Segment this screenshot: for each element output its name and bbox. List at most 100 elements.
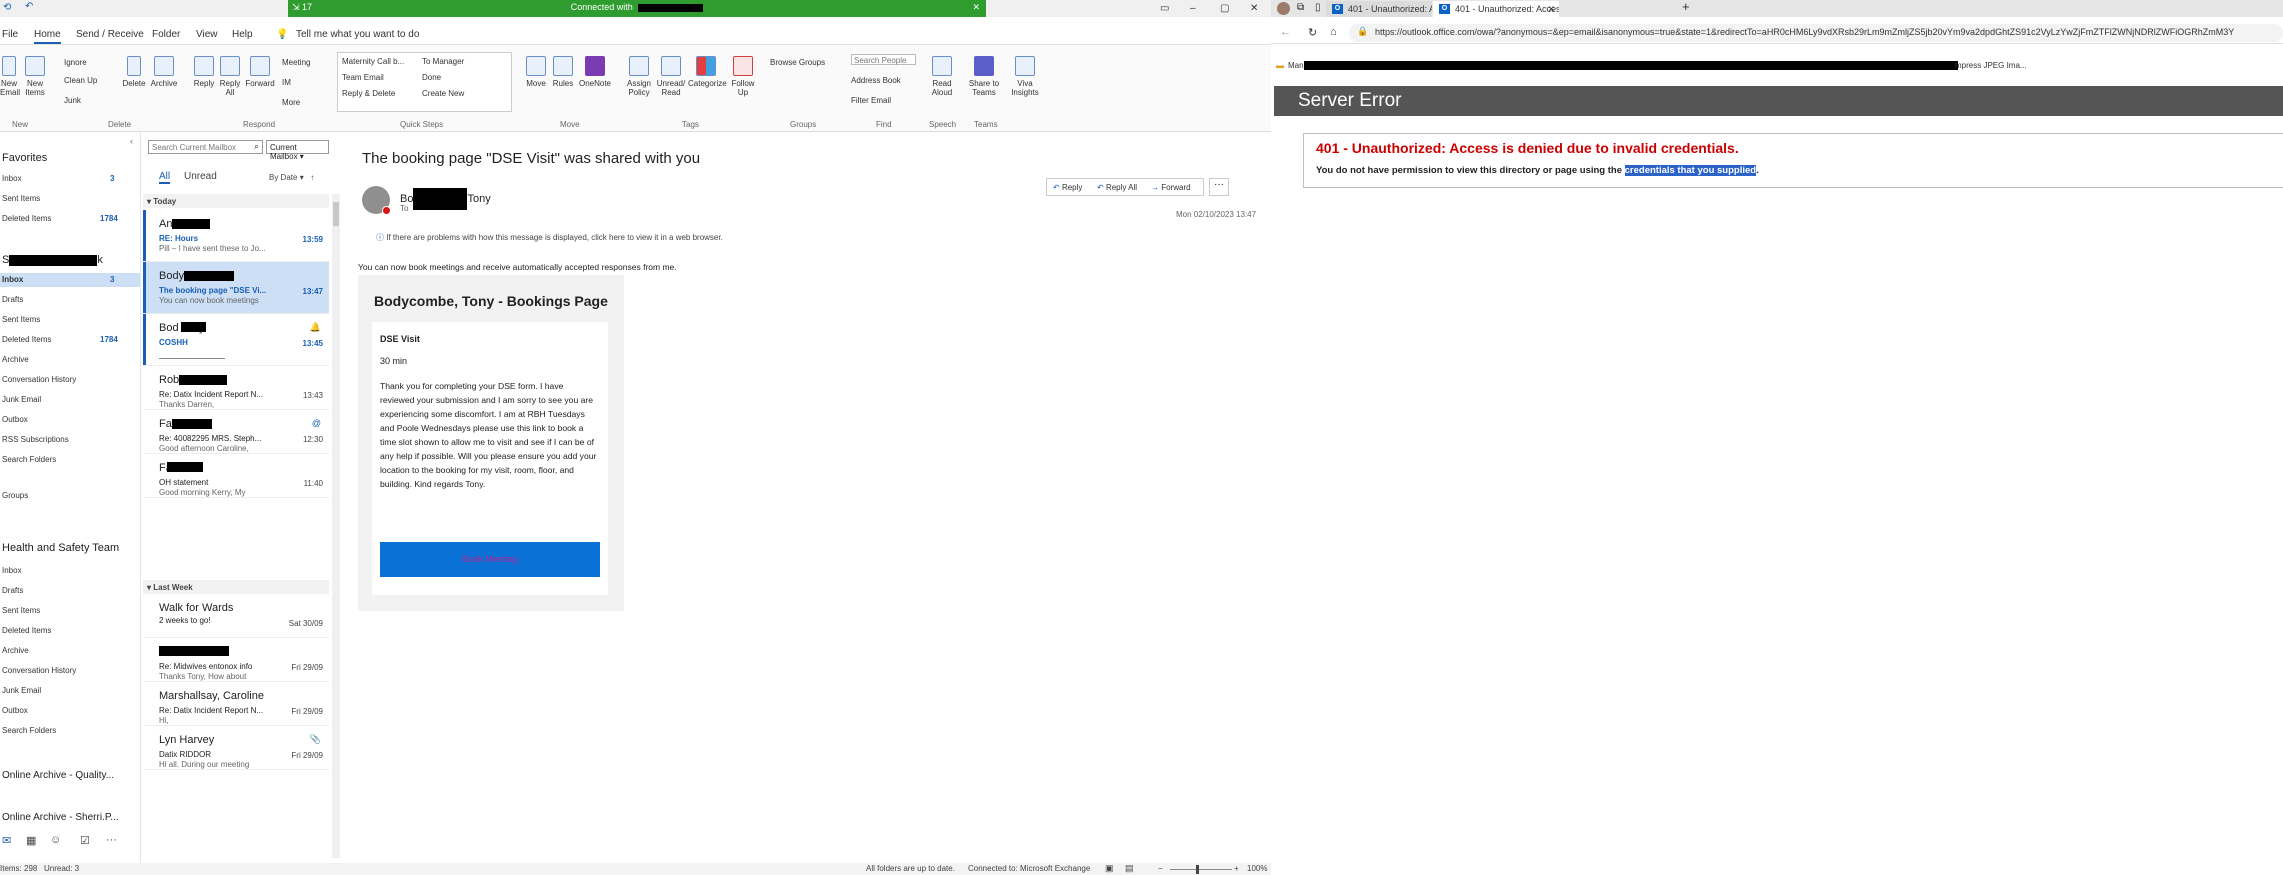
folder-junk[interactable]: Junk Email <box>2 395 41 404</box>
hs-sent[interactable]: Sent Items <box>2 606 40 615</box>
folder-rss[interactable]: RSS Subscriptions <box>2 435 69 444</box>
fav-inbox[interactable]: Inbox <box>2 174 22 183</box>
im-button[interactable]: IM <box>282 78 291 87</box>
back-icon[interactable]: ← <box>1280 26 1291 38</box>
favorites-header[interactable]: Favorites <box>2 152 47 164</box>
list-item[interactable]: Walk for Wards 2 weeks to go! Sat 30/09 <box>143 594 329 638</box>
follow-up-button[interactable]: Follow Up <box>728 56 758 97</box>
menu-folder[interactable]: Folder <box>152 29 180 40</box>
onenote-button[interactable]: OneNote <box>578 56 612 88</box>
hs-outbox[interactable]: Outbox <box>2 706 28 715</box>
list-item[interactable]: Fa rOH statementGood morning Kerry, My11… <box>143 454 329 498</box>
reply-all-button-rp[interactable]: ↶ Reply All <box>1097 183 1137 192</box>
close-tab-icon[interactable]: ✕ <box>1547 1 1555 17</box>
calendar-icon[interactable]: ▦ <box>26 834 36 847</box>
minimize-icon[interactable]: – <box>1190 0 1196 17</box>
info-bar[interactable]: ⓘ If there are problems with how this me… <box>376 232 723 243</box>
search-icon[interactable]: ⌕ <box>254 141 259 152</box>
hs-archive[interactable]: Archive <box>2 646 29 655</box>
more-actions-button[interactable]: ··· <box>1209 178 1229 196</box>
book-meeting-button[interactable]: Book Meeting <box>380 542 600 577</box>
tasks-icon[interactable]: ☑ <box>80 834 90 847</box>
online-archive-1[interactable]: Online Archive - Quality... <box>2 770 114 781</box>
list-item[interactable]: Lyn Harvey Datix RIDDOR Hi all. During our… <box>143 726 329 770</box>
menu-send-receive[interactable]: Send / Receive <box>76 29 144 40</box>
rules-button[interactable]: Rules <box>551 56 575 88</box>
sender-name[interactable]: Bo Tony <box>400 188 491 210</box>
delete-button[interactable]: Delete <box>122 56 146 88</box>
viva-button[interactable]: Viva Insights <box>1010 56 1040 97</box>
folder-search[interactable]: Search Folders <box>2 455 56 464</box>
hs-team-header[interactable]: Health and Safety Team <box>2 542 119 554</box>
close-icon[interactable]: ✕ <box>972 0 980 15</box>
fav-sent[interactable]: Sent Items <box>2 194 40 203</box>
list-item[interactable]: Rob Re: Datix Incident Report N... Thanks … <box>143 366 329 410</box>
search-input[interactable]: Search Current Mailbox ⌕ <box>148 140 263 154</box>
avatar[interactable] <box>362 186 391 215</box>
maximize-icon[interactable]: ▢ <box>1220 0 1229 17</box>
folder-deleted[interactable]: Deleted Items <box>2 335 51 344</box>
categorize-button[interactable]: Categorize <box>688 56 727 88</box>
new-email-button[interactable]: New Email <box>0 56 20 97</box>
menu-help[interactable]: Help <box>232 29 253 40</box>
more-button[interactable]: More <box>282 98 300 107</box>
undo-icon[interactable]: ↶ <box>25 1 33 12</box>
pin-icon[interactable]: ⇲ 17 <box>292 0 312 15</box>
menu-view[interactable]: View <box>196 29 218 40</box>
hs-deleted[interactable]: Deleted Items <box>2 626 51 635</box>
folder-drafts[interactable]: Drafts <box>2 295 23 304</box>
hs-drafts[interactable]: Drafts <box>2 586 23 595</box>
list-item-selected[interactable]: Body The booking page "DSE Vi... You can n… <box>143 262 329 314</box>
folder-outbox[interactable]: Outbox <box>2 415 28 424</box>
qs-reply-delete[interactable]: Reply & Delete <box>342 89 395 98</box>
tab-actions-icon[interactable]: ▯ <box>1315 2 1321 13</box>
mail-icon[interactable]: ✉ <box>2 834 11 847</box>
qs-done[interactable]: Done <box>422 73 441 82</box>
group-today[interactable]: ▾ Today <box>143 194 329 208</box>
ignore-button[interactable]: Ignore <box>64 58 87 67</box>
sync-icon[interactable]: ⟲ <box>3 2 11 13</box>
groups-header[interactable]: Groups <box>2 491 28 500</box>
read-aloud-button[interactable]: Read Aloud <box>929 56 955 97</box>
zoom-slider[interactable] <box>1170 865 1232 874</box>
zoom-thumb[interactable] <box>1196 865 1199 874</box>
close-window-icon[interactable]: ✕ <box>1250 0 1258 17</box>
hs-junk[interactable]: Junk Email <box>2 686 41 695</box>
view-normal-icon[interactable]: ▣ <box>1105 863 1114 874</box>
search-people-input[interactable]: Search People <box>851 54 916 65</box>
browser-tab-1[interactable]: O 401 - Unauthorized: Access is de <box>1326 1 1432 17</box>
account-header[interactable]: Sk <box>2 254 103 266</box>
qs-team-email[interactable]: Team Email <box>342 73 384 82</box>
forward-button[interactable]: Forward <box>245 56 275 88</box>
folder-inbox[interactable]: Inbox <box>2 275 23 284</box>
browser-tab-2[interactable]: O 401 - Unauthorized: Access is de✕ <box>1433 1 1559 17</box>
qs-to-manager[interactable]: To Manager <box>422 57 464 66</box>
filter-email-button[interactable]: Filter Email <box>851 96 891 105</box>
scope-dropdown[interactable]: Current Mailbox ▾ <box>266 140 329 161</box>
assign-policy-button[interactable]: Assign Policy <box>624 56 654 97</box>
qs-create-new[interactable]: Create New <box>422 89 464 98</box>
zoom-out-icon[interactable]: − <box>1158 864 1163 873</box>
home-icon[interactable]: ⌂ <box>1330 26 1337 38</box>
move-button[interactable]: Move <box>524 56 548 88</box>
url-field[interactable]: 🔒 https://outlook.office.com/owa/?anonym… <box>1349 24 2283 42</box>
browse-groups-button[interactable]: Browse Groups <box>770 58 825 67</box>
folder-conversation[interactable]: Conversation History <box>2 375 76 384</box>
reply-button[interactable]: Reply <box>192 56 216 88</box>
menu-home[interactable]: Home <box>34 29 61 44</box>
folder-archive[interactable]: Archive <box>2 355 29 364</box>
zoom-in-icon[interactable]: + <box>1234 864 1239 873</box>
reply-all-button[interactable]: Reply All <box>218 56 242 97</box>
hs-inbox[interactable]: Inbox <box>2 566 22 575</box>
list-item[interactable]: Bod TonyCOSHH13:45🔔 <box>143 314 329 366</box>
unread-read-button[interactable]: Unread/ Read <box>656 56 686 97</box>
profile-avatar[interactable] <box>1277 2 1290 15</box>
list-scroll-thumb[interactable] <box>333 202 339 226</box>
tab-unread[interactable]: Unread <box>184 171 217 182</box>
bookmark-right[interactable]: mpress JPEG Ima... <box>1955 61 2027 70</box>
tell-me-box[interactable]: Tell me what you want to do <box>296 29 419 40</box>
online-archive-2[interactable]: Online Archive - Sherri.P... <box>2 812 119 823</box>
collections-icon[interactable]: ⧉ <box>1297 2 1304 13</box>
people-icon[interactable]: ☺ <box>50 834 61 846</box>
archive-button[interactable]: Archive <box>150 56 178 88</box>
